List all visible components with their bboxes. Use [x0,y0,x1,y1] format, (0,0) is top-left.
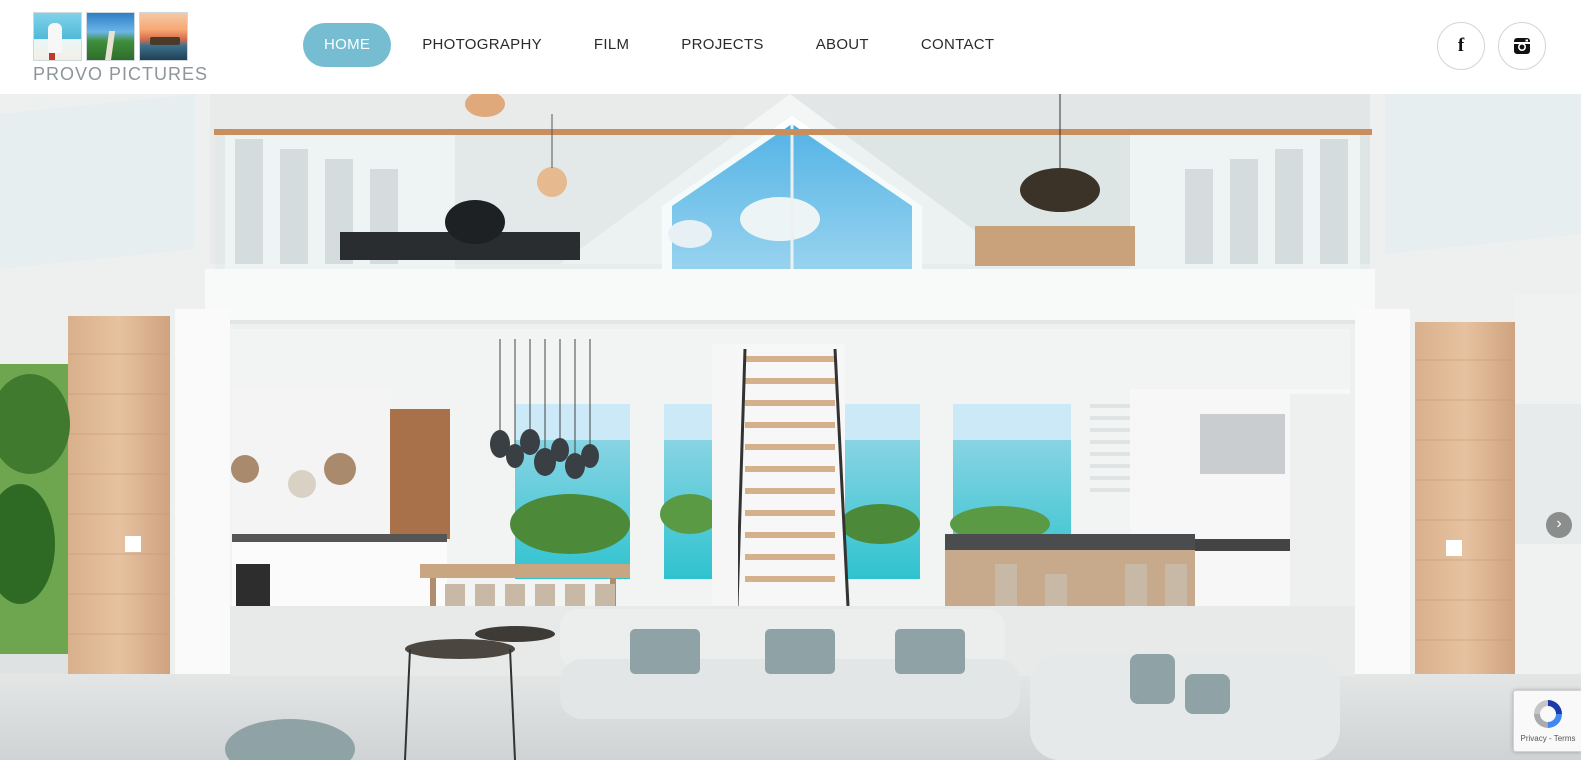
instagram-button[interactable] [1498,22,1546,70]
nav-home[interactable]: HOME [303,23,392,67]
logo-tile-garden-photo [86,12,135,61]
instagram-icon [1514,38,1530,54]
recaptcha-privacy-terms[interactable]: Privacy - Terms [1514,734,1581,743]
nav-photography[interactable]: PHOTOGRAPHY [401,23,563,67]
recaptcha-badge[interactable]: Privacy - Terms [1513,690,1581,752]
logo-tile-sunset-photo [139,12,188,61]
nav-film[interactable]: FILM [573,23,650,67]
logo-tile-beach-photo [33,12,82,61]
provo-pictures-logo[interactable]: PROVO PICTURES [33,12,209,86]
nav-contact[interactable]: CONTACT [900,23,1015,67]
slider-next-arrow[interactable]: › [1546,512,1572,538]
facebook-button[interactable]: f [1437,22,1485,70]
nav-about[interactable]: ABOUT [795,23,890,67]
hero-slider: › [0,94,1581,760]
brand-name: PROVO PICTURES [33,64,209,84]
nav-projects[interactable]: PROJECTS [660,23,784,67]
site-header: PROVO PICTURES HOME PHOTOGRAPHY FILM PRO… [0,0,1581,94]
facebook-icon: f [1457,35,1465,56]
hero-interior-photo [0,94,1581,760]
logo-tiles [33,12,193,61]
recaptcha-icon [1534,700,1562,728]
main-nav: HOME PHOTOGRAPHY FILM PROJECTS ABOUT CON… [303,23,1025,67]
